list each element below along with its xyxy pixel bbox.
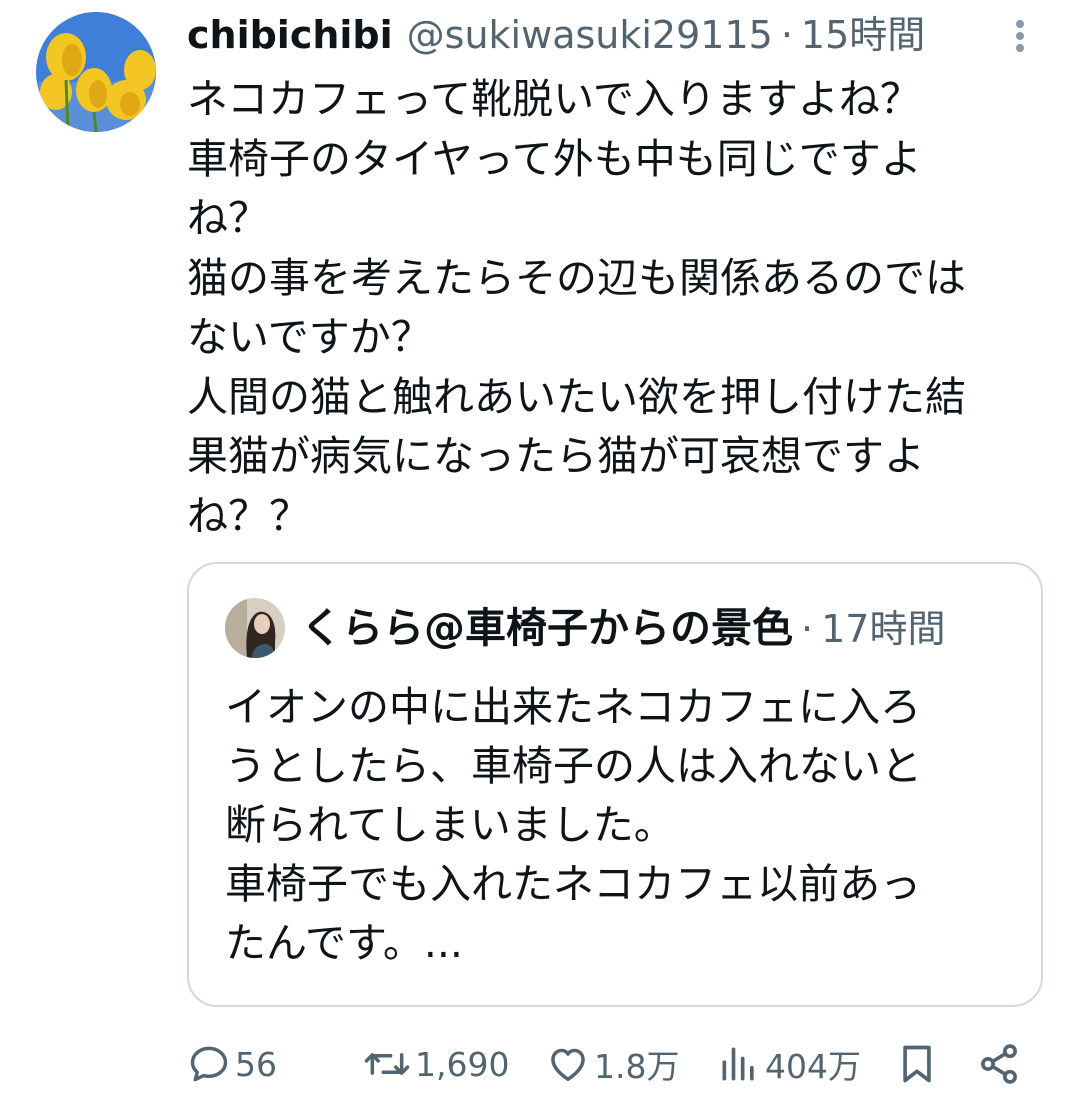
quoted-header-separator: ·: [801, 607, 814, 651]
tweet-timestamp[interactable]: 15時間: [801, 10, 925, 60]
bookmark-icon: [903, 1045, 931, 1083]
reply-count: 56: [235, 1044, 277, 1084]
header-separator: ·: [780, 13, 793, 57]
quoted-tweet-card[interactable]: くらら@車椅子からの景色 · 17時間 イオンの中に出来たネコカフェに入ろ うと…: [187, 562, 1043, 1007]
quoted-author-avatar: [225, 598, 285, 658]
quoted-text-line: 車椅子でも入れたネコカフェ以前あっ: [225, 860, 922, 908]
tweet-text-line: ないですか？: [187, 313, 432, 361]
like-button[interactable]: 1.8万: [546, 1036, 679, 1092]
repost-button[interactable]: 1,690: [363, 1036, 509, 1092]
heart-icon: [551, 1048, 585, 1081]
views-button[interactable]: 404万: [717, 1036, 861, 1092]
bookmark-button[interactable]: [895, 1036, 939, 1092]
tweet-text-line: 人間の猫と触れあいたい欲を押し付けた結: [187, 372, 966, 421]
tweet-text-line: ネコカフェって靴脱いで入りますよね？: [187, 75, 921, 123]
reply-button[interactable]: 56: [187, 1036, 277, 1092]
author-handle[interactable]: @sukiwasuki29115: [407, 10, 773, 60]
tweet-text-line: ね？？: [187, 491, 310, 540]
views-chart-icon: [722, 1047, 754, 1081]
quoted-author-name: くらら@車椅子からの景色: [301, 604, 793, 652]
author-display-name[interactable]: chibichibi: [187, 10, 393, 60]
like-count: 1.8万: [594, 1047, 680, 1086]
tweet-text-line: ね？: [187, 194, 269, 242]
reply-icon: [190, 1046, 228, 1082]
tweet-text-line: 果猫が病気になったら猫が可哀想ですよ: [187, 432, 925, 480]
quoted-tweet-text: イオンの中に出来たネコカフェに入ろ うとしたら、車椅子の人は入れないと 断られて…: [225, 678, 922, 973]
tweet-header: chibichibi @sukiwasuki29115 · 15時間: [187, 10, 925, 60]
tweet-action-bar: 56 1,690 1.8万 404万: [187, 1036, 1037, 1092]
quoted-text-line: イオンの中に出来たネコカフェに入ろ: [225, 683, 922, 731]
more-options-button[interactable]: [1006, 16, 1034, 56]
quoted-text-line: たんです。...: [225, 919, 463, 967]
author-avatar[interactable]: [36, 12, 156, 132]
tweet-text-line: 猫の事を考えたらその辺も関係あるのでは: [187, 253, 966, 302]
repost-count: 1,690: [415, 1044, 510, 1084]
views-count: 404万: [765, 1047, 861, 1086]
tweet-text: ネコカフェって靴脱いで入りますよね？ 車椅子のタイヤって外も中も同じですよ ね？…: [187, 70, 1067, 546]
quoted-tweet-timestamp: 17時間: [821, 607, 946, 651]
quoted-tweet-header: くらら@車椅子からの景色 · 17時間: [301, 600, 945, 656]
more-vertical-icon: [1016, 20, 1024, 52]
tweet-text-line: 車椅子のタイヤって外も中も同じですよ: [187, 134, 922, 183]
repost-icon: [364, 1053, 410, 1075]
quoted-text-line: うとしたら、車椅子の人は入れないと: [225, 742, 922, 790]
share-icon: [981, 1044, 1017, 1084]
quoted-text-line: 断られてしまいました。: [225, 801, 675, 849]
share-button[interactable]: [977, 1036, 1021, 1092]
